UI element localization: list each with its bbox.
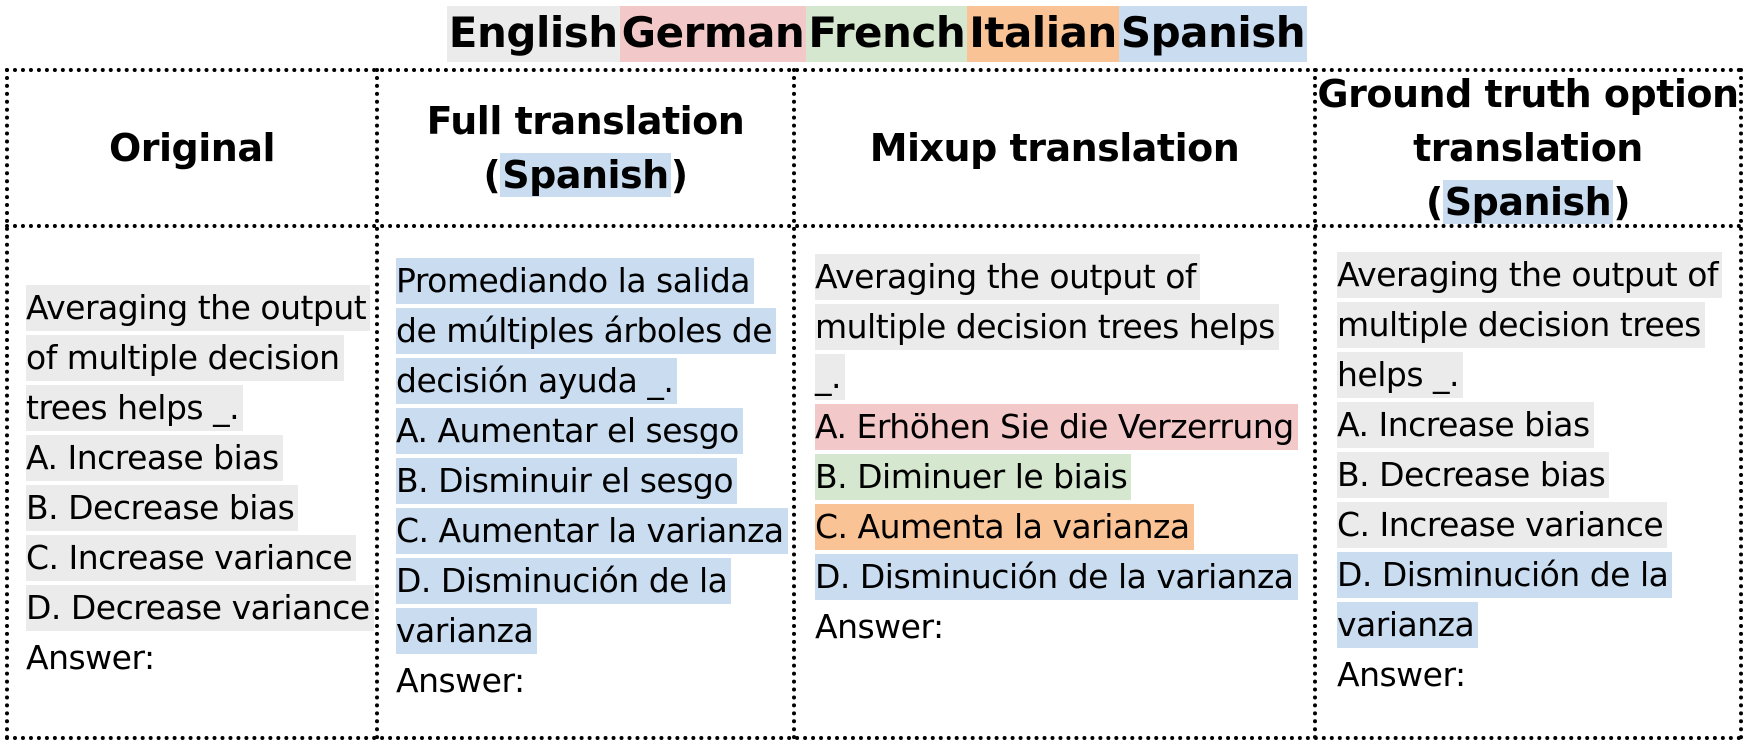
text-line: decisión ayuda _. — [396, 356, 788, 406]
text-line: trees helps _. — [26, 383, 374, 433]
text-line-content: B. Decrease bias — [1337, 452, 1610, 498]
text-line: D. Decrease variance — [26, 583, 374, 633]
text-line: C. Aumenta la varianza — [815, 502, 1298, 552]
text-line: Answer: — [26, 633, 374, 683]
text-line: D. Disminución de la — [396, 556, 788, 606]
text-line: Answer: — [396, 656, 788, 706]
text-line: Answer: — [815, 602, 1298, 652]
legend-item-german: German — [619, 6, 807, 62]
text-line: A. Erhöhen Sie die Verzerrung — [815, 402, 1298, 452]
text-line-content: D. Decrease variance — [26, 585, 374, 631]
text-line: _. — [815, 352, 1298, 402]
spanish-highlight: Spanish — [500, 153, 671, 197]
text-line: A. Increase bias — [26, 433, 374, 483]
text-line-content: Averaging the output of — [815, 254, 1201, 300]
text-line-content: trees helps _. — [26, 385, 244, 431]
text-line: B. Decrease bias — [26, 483, 374, 533]
text-line-content: Answer: — [815, 607, 944, 646]
header-mixup-translation: Mixup translation — [869, 126, 1240, 170]
text-line: C. Increase variance — [1337, 500, 1722, 550]
text-line: C. Aumentar la varianza — [396, 506, 788, 556]
text-line-content: Answer: — [396, 661, 525, 700]
text-line-content: decisión ayuda _. — [396, 358, 678, 404]
text-line: B. Decrease bias — [1337, 450, 1722, 500]
text-line-content: _. — [815, 354, 845, 400]
text-line-content: Averaging the output of — [1337, 252, 1723, 298]
text-line-content: D. Disminución de la varianza — [815, 554, 1298, 600]
text-line-content: Promediando la salida — [396, 258, 754, 304]
text-line-content: helps _. — [1337, 352, 1464, 398]
legend-item-english: English — [446, 6, 620, 62]
text-line-content: multiple decision trees helps — [815, 304, 1279, 350]
header-ground-truth-translation: Ground truth option translation (Spanish… — [1317, 72, 1739, 224]
text-line: D. Disminución de la — [1337, 550, 1722, 600]
text-line: B. Disminuir el sesgo — [396, 456, 788, 506]
text-line: A. Increase bias — [1337, 400, 1722, 450]
text-line: de múltiples árboles de — [396, 306, 788, 356]
spanish-highlight: Spanish — [1442, 180, 1614, 224]
text-line-content: A. Increase bias — [1337, 402, 1594, 448]
language-color-legend: EnglishGermanFrenchItalianSpanish — [0, 6, 1754, 62]
text-line: Averaging the output — [26, 283, 374, 333]
text-line-content: de múltiples árboles de — [396, 308, 777, 354]
text-line: D. Disminución de la varianza — [815, 552, 1298, 602]
text-line: Averaging the output of — [815, 252, 1298, 302]
text-line: multiple decision trees helps — [815, 302, 1298, 352]
text-line-content: Averaging the output — [26, 285, 371, 331]
text-line-content: A. Increase bias — [26, 435, 283, 481]
text-line-content: C. Increase variance — [1337, 502, 1668, 548]
text-line-content: D. Disminución de la — [396, 558, 732, 604]
text-line: varianza — [396, 606, 788, 656]
text-line-content: C. Aumenta la varianza — [815, 504, 1194, 550]
full-translation-question: Promediando la salida de múltiples árbole… — [396, 256, 788, 706]
text-line-content: A. Aumentar el sesgo — [396, 408, 743, 454]
text-line-content: varianza — [1337, 602, 1479, 648]
text-line: helps _. — [1337, 350, 1722, 400]
text-line-content: varianza — [396, 608, 538, 654]
text-line: Averaging the output of — [1337, 250, 1723, 300]
text-line: multiple decision trees — [1337, 300, 1722, 350]
text-line-content: multiple decision trees — [1337, 302, 1705, 348]
text-line-content: Answer: — [26, 638, 155, 677]
text-line-content: B. Disminuir el sesgo — [396, 458, 738, 504]
text-line-content: B. Diminuer le biais — [815, 454, 1132, 500]
text-line-content: D. Disminución de la — [1337, 552, 1673, 598]
text-line: B. Diminuer le biais — [815, 452, 1298, 502]
ground-truth-translation-question: Averaging the output of multiple decision… — [1337, 250, 1723, 700]
text-line-content: C. Aumentar la varianza — [396, 508, 788, 554]
original-question: Averaging the output of multiple decision… — [26, 283, 374, 683]
text-line: Promediando la salida — [396, 256, 788, 306]
text-line-content: Answer: — [1337, 655, 1466, 694]
text-line: of multiple decision — [26, 333, 374, 383]
legend-item-spanish: Spanish — [1118, 6, 1308, 62]
text-line-content: B. Decrease bias — [26, 485, 299, 531]
text-line-content: C. Increase variance — [26, 535, 357, 581]
legend-item-italian: Italian — [967, 6, 1119, 62]
text-line: Answer: — [1337, 650, 1722, 700]
text-line-content: A. Erhöhen Sie die Verzerrung — [815, 404, 1298, 450]
mixup-translation-question: Averaging the output of multiple decision… — [815, 252, 1298, 652]
text-line: A. Aumentar el sesgo — [396, 406, 788, 456]
header-original: Original — [108, 126, 276, 170]
text-line-content: of multiple decision — [26, 335, 344, 381]
text-line: varianza — [1337, 600, 1722, 650]
text-line: C. Increase variance — [26, 533, 374, 583]
legend-item-french: French — [806, 6, 968, 62]
header-full-translation: Full translation (Spanish) — [426, 99, 745, 197]
